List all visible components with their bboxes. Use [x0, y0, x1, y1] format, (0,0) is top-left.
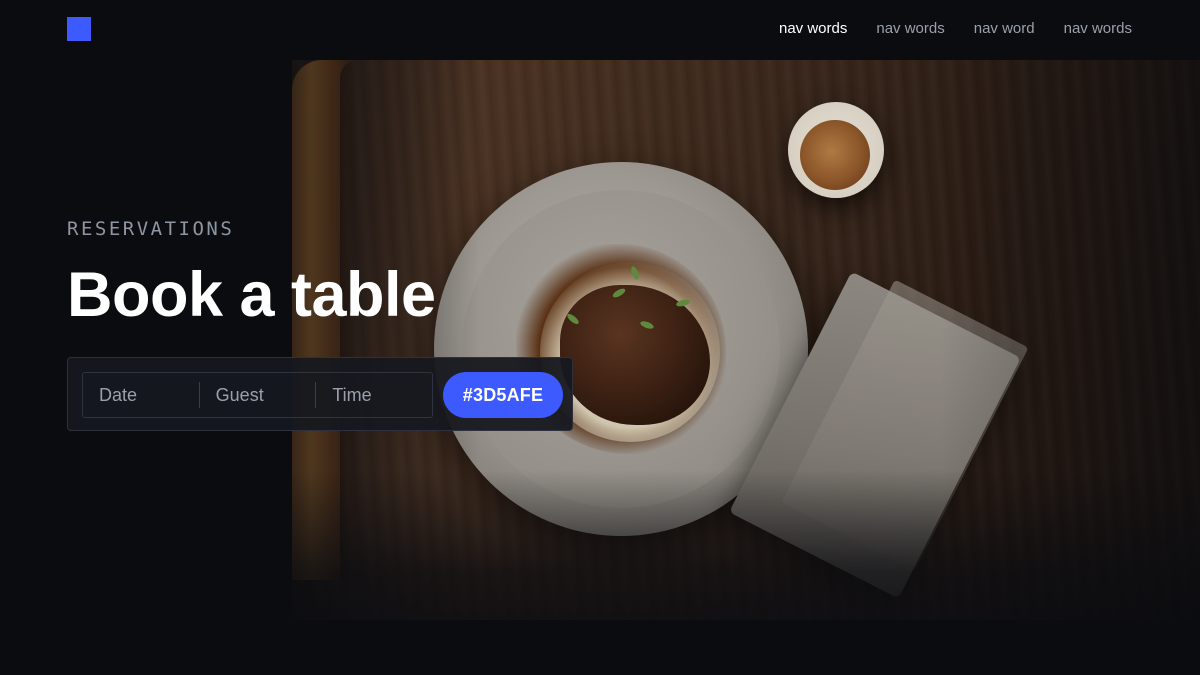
photo-fade-bottom [0, 470, 1200, 675]
time-field[interactable]: Time [315, 382, 432, 408]
nav-link-1[interactable]: nav words [779, 19, 847, 39]
main-nav: nav words nav words nav word nav words [779, 19, 1132, 39]
guest-field[interactable]: Guest [198, 382, 316, 408]
site-header: nav words nav words nav word nav words [0, 0, 1200, 60]
booking-form: Date Guest Time #3D5AFE [67, 357, 573, 431]
date-field[interactable]: Date [83, 382, 199, 408]
page-title: Book a table [67, 260, 436, 330]
nav-link-2[interactable]: nav words [876, 19, 944, 39]
eyebrow-label: RESERVATIONS [67, 218, 235, 240]
booking-fields: Date Guest Time [82, 372, 433, 418]
nav-link-4[interactable]: nav words [1064, 19, 1132, 39]
logo-icon[interactable] [67, 17, 91, 41]
book-button[interactable]: #3D5AFE [443, 372, 563, 418]
hero-photo [0, 0, 1200, 675]
nav-link-3[interactable]: nav word [974, 19, 1035, 39]
landing-page: nav words nav words nav word nav words R… [0, 0, 1200, 675]
coffee [800, 120, 870, 190]
hero-section: RESERVATIONS Book a table [67, 216, 436, 330]
